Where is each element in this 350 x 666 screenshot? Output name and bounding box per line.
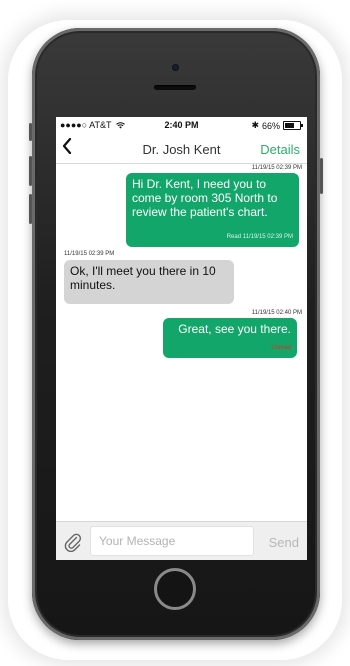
message-text: Great, see you there.: [178, 322, 291, 336]
paperclip-icon[interactable]: [64, 532, 82, 553]
bluetooth-icon: ✱: [251, 120, 259, 130]
home-button[interactable]: [154, 568, 196, 610]
incoming-message-bubble[interactable]: Ok, I'll meet you there in 10 minutes.: [64, 260, 234, 304]
read-receipt: Read 11/19/15 02:39 PM: [226, 234, 293, 240]
unread-receipt: Unread: [271, 345, 291, 351]
volume-up-button: [29, 156, 32, 186]
status-right: ✱ 66%: [251, 120, 303, 131]
earpiece-speaker: [154, 85, 196, 90]
outgoing-message-bubble[interactable]: Great, see you there. Unread: [163, 318, 297, 358]
battery-fill: [285, 123, 294, 128]
message-composer: Send: [56, 521, 307, 560]
phone-screen: ●●●●○ AT&T 2:40 PM ✱ 66% Dr. Josh Kent D…: [56, 117, 307, 560]
front-camera: [172, 64, 179, 71]
status-bar: ●●●●○ AT&T 2:40 PM ✱ 66%: [56, 117, 307, 133]
message-timestamp: 11/19/15 02:39 PM: [251, 165, 302, 171]
send-button[interactable]: Send: [269, 535, 299, 550]
navigation-bar: Dr. Josh Kent Details: [56, 133, 307, 164]
message-text: Hi Dr. Kent, I need you to come by room …: [132, 177, 278, 219]
battery-icon: [283, 121, 303, 130]
message-timestamp: 11/19/15 02:39 PM: [64, 251, 115, 257]
battery-percent: 66%: [261, 120, 280, 131]
message-input[interactable]: [90, 526, 254, 556]
volume-down-button: [29, 194, 32, 224]
message-thread[interactable]: 11/19/15 02:39 PM Hi Dr. Kent, I need yo…: [56, 164, 307, 521]
mute-switch: [29, 123, 32, 141]
power-button: [320, 158, 323, 194]
app-stage: ●●●●○ AT&T 2:40 PM ✱ 66% Dr. Josh Kent D…: [0, 0, 350, 666]
outgoing-message-bubble[interactable]: Hi Dr. Kent, I need you to come by room …: [126, 173, 299, 247]
message-text: Ok, I'll meet you there in 10 minutes.: [70, 264, 216, 292]
message-timestamp: 11/19/15 02:40 PM: [251, 310, 302, 316]
details-button[interactable]: Details: [260, 142, 300, 157]
